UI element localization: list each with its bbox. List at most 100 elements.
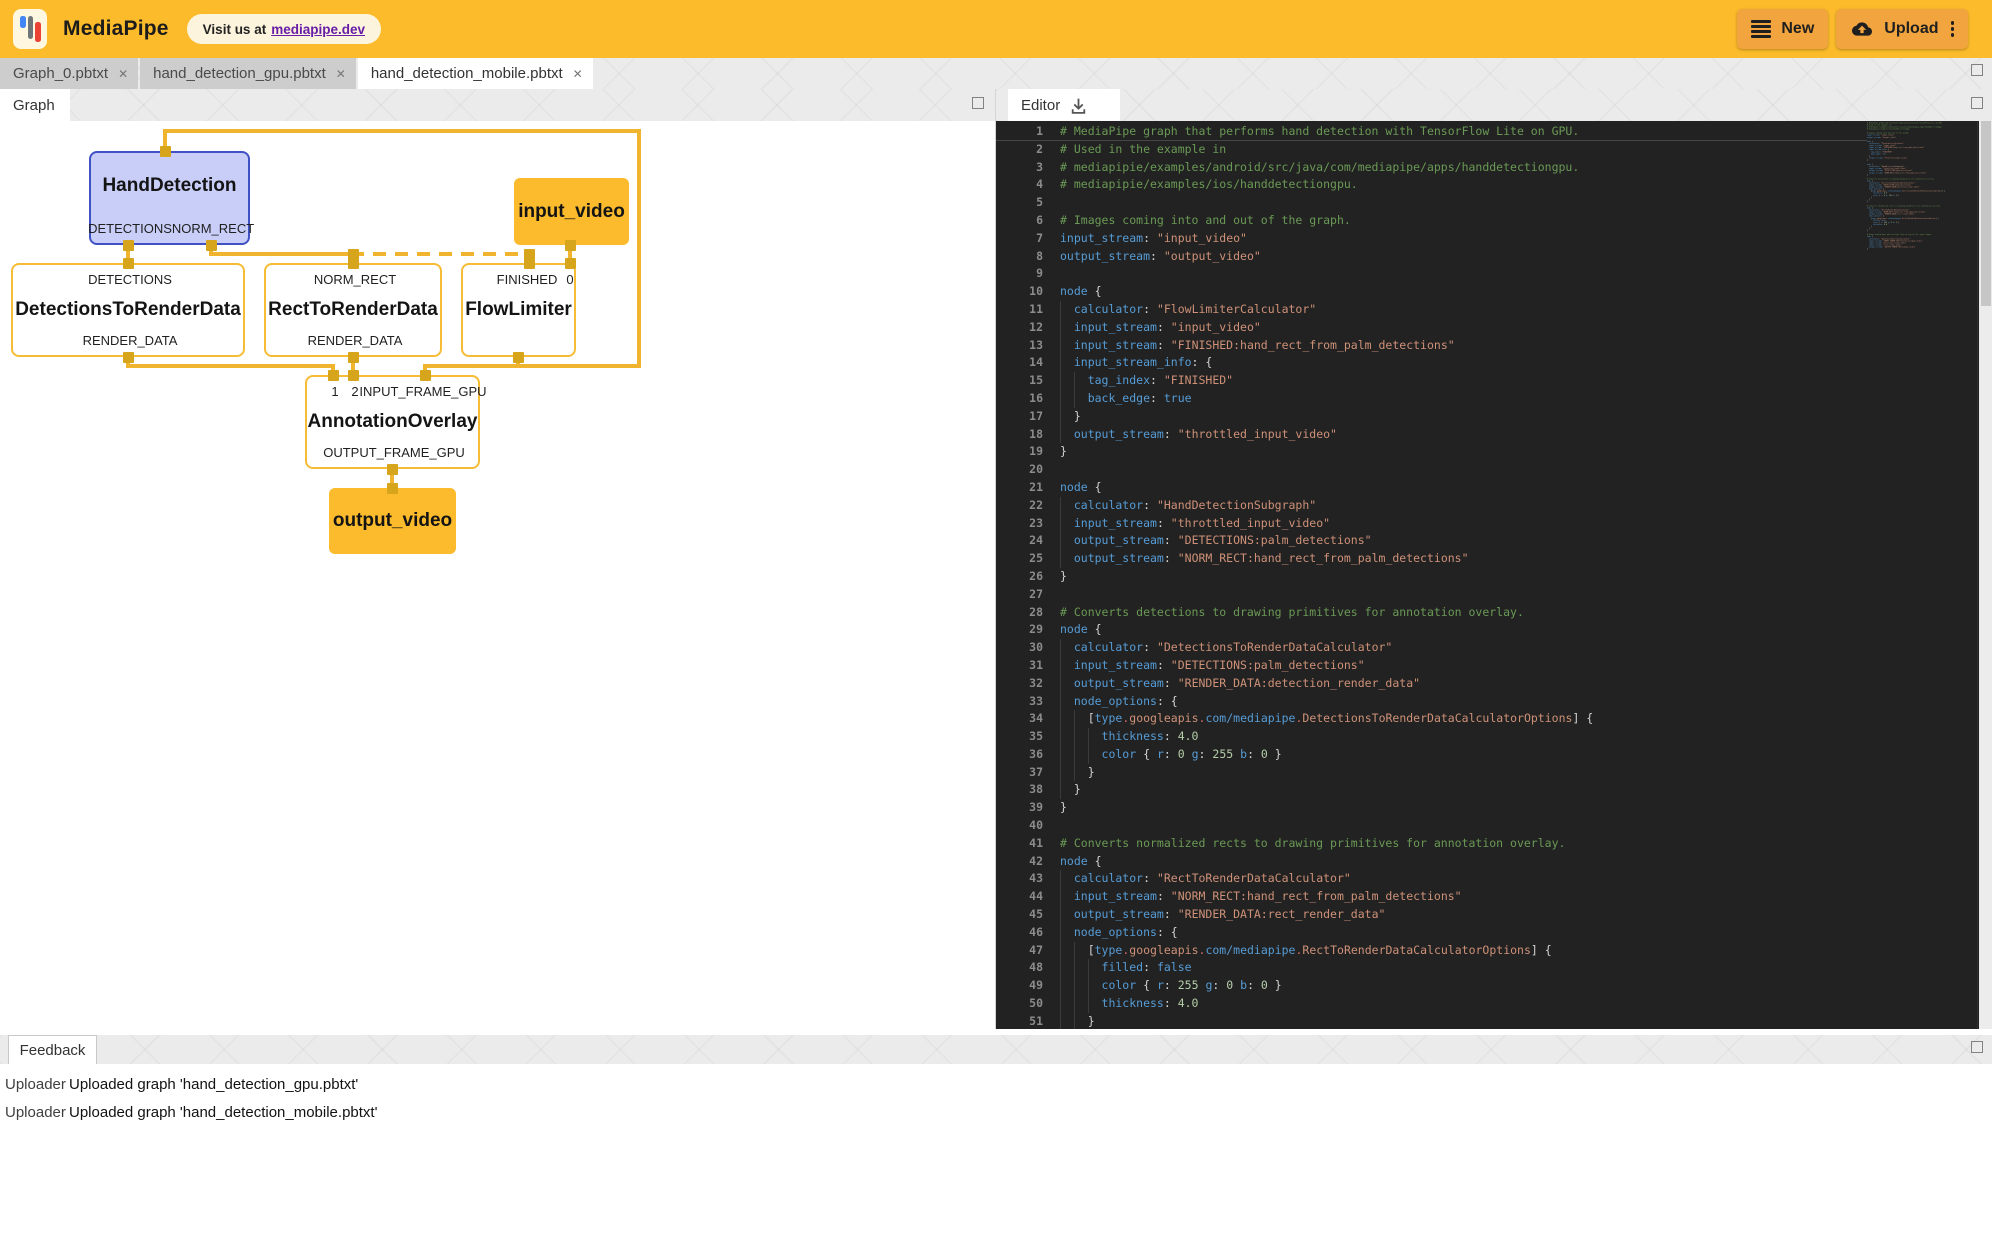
maximize-feedback-panel-icon[interactable] <box>1971 1041 1983 1053</box>
code-editor[interactable]: 1# MediaPipe graph that performs hand de… <box>996 121 1992 1029</box>
graph-node-DetectionsToRenderData[interactable]: DetectionsToRenderDataDETECTIONSRENDER_D… <box>11 263 245 357</box>
code-line[interactable]: 13input_stream: "FINISHED:hand_rect_from… <box>996 337 1867 355</box>
maximize-editor-panel-icon[interactable] <box>1971 97 1983 109</box>
new-button[interactable]: New <box>1737 9 1828 49</box>
code-line[interactable]: 27 <box>996 586 1867 604</box>
indent-guide <box>1060 639 1074 657</box>
code-token: } <box>1074 409 1081 423</box>
file-tab[interactable]: hand_detection_mobile.pbtxt✕ <box>358 58 593 89</box>
code-line[interactable]: 5 <box>996 194 1867 212</box>
code-line[interactable]: 50thickness: 4.0 <box>996 995 1867 1013</box>
code-line[interactable]: 17} <box>996 408 1867 426</box>
code-line[interactable]: 7input_stream: "input_video" <box>996 230 1867 248</box>
maximize-window-icon[interactable] <box>1971 64 1983 76</box>
code-line[interactable]: 23input_stream: "throttled_input_video" <box>996 515 1867 533</box>
editor-scrollbar[interactable] <box>1979 121 1992 1029</box>
code-line[interactable]: 35thickness: 4.0 <box>996 728 1867 746</box>
visit-us-pill[interactable]: Visit us at mediapipe.dev <box>187 14 381 44</box>
code-line[interactable]: 48filled: false <box>996 959 1867 977</box>
indent-guide <box>1074 390 1088 408</box>
code-line[interactable]: 29node { <box>996 621 1867 639</box>
code-line[interactable]: 28# Converts detections to drawing primi… <box>996 604 1867 622</box>
code-line[interactable]: 41# Converts normalized rects to drawing… <box>996 835 1867 853</box>
more-options-icon[interactable] <box>1951 19 1955 39</box>
code-token: thickness <box>1102 729 1164 743</box>
code-line[interactable]: 32output_stream: "RENDER_DATA:detection_… <box>996 675 1867 693</box>
code-line[interactable]: 30calculator: "DetectionsToRenderDataCal… <box>996 639 1867 657</box>
code-line[interactable]: 25output_stream: "NORM_RECT:hand_rect_fr… <box>996 550 1867 568</box>
indent-guide <box>1088 977 1102 995</box>
code-line[interactable]: 51} <box>996 1013 1867 1029</box>
code-line[interactable]: 33node_options: { <box>996 693 1867 711</box>
code-line[interactable]: 19} <box>996 443 1867 461</box>
code-line[interactable]: 20 <box>996 461 1867 479</box>
code-line[interactable]: 34[type.googleapis.com/mediapipe.Detecti… <box>996 710 1867 728</box>
code-token: output_stream <box>1074 907 1164 921</box>
code-line[interactable]: 38} <box>996 781 1867 799</box>
code-line[interactable]: 47[type.googleapis.com/mediapipe.RectToR… <box>996 942 1867 960</box>
code-line[interactable]: 12input_stream: "input_video" <box>996 319 1867 337</box>
close-tab-icon[interactable]: ✕ <box>118 67 128 81</box>
code-line[interactable]: 42node { <box>996 853 1867 871</box>
code-line[interactable]: 8output_stream: "output_video" <box>996 248 1867 266</box>
code-line[interactable]: 40 <box>996 817 1867 835</box>
code-area[interactable]: 1# MediaPipe graph that performs hand de… <box>996 121 1867 1029</box>
line-number: 7 <box>996 230 1043 248</box>
code-line[interactable]: 43calculator: "RectToRenderDataCalculato… <box>996 870 1867 888</box>
code-line[interactable]: 18output_stream: "throttled_input_video" <box>996 426 1867 444</box>
tab-editor[interactable]: Editor <box>1008 89 1120 121</box>
code-line[interactable]: 45output_stream: "RENDER_DATA:rect_rende… <box>996 906 1867 924</box>
code-line[interactable]: 3# mediapipie/examples/android/src/java/… <box>996 159 1867 177</box>
graph-node-HandDetection[interactable]: HandDetectionDETECTIONSNORM_RECT <box>89 151 250 245</box>
code-line[interactable]: 46node_options: { <box>996 924 1867 942</box>
code-line[interactable]: 24output_stream: "DETECTIONS:palm_detect… <box>996 532 1867 550</box>
minimap-token: } <box>1897 195 1899 197</box>
mediapipe-dev-link[interactable]: mediapipe.dev <box>271 22 365 37</box>
code-token: "DetectionsToRenderDataCalculator" <box>1157 640 1392 654</box>
code-token: "HandDetectionSubgraph" <box>1157 498 1316 512</box>
code-line[interactable]: 4# mediapipie/examples/ios/handdetection… <box>996 176 1867 194</box>
code-line[interactable]: 14input_stream_info: { <box>996 354 1867 372</box>
graph-node-AnnotationOverlay[interactable]: AnnotationOverlay12INPUT_FRAME_GPUOUTPUT… <box>305 375 480 469</box>
close-tab-icon[interactable]: ✕ <box>336 67 346 81</box>
graph-node-FlowLimiter[interactable]: FlowLimiterFINISHED0 <box>461 263 576 357</box>
tab-graph[interactable]: Graph <box>0 89 70 121</box>
editor-panel-tab-strip: Editor <box>996 89 1992 121</box>
code-line[interactable]: 39} <box>996 799 1867 817</box>
graph-node-RectToRenderData[interactable]: RectToRenderDataNORM_RECTRENDER_DATA <box>264 263 442 357</box>
graph-canvas[interactable]: HandDetectionDETECTIONSNORM_RECT input_vi… <box>0 121 995 1029</box>
code-line[interactable]: 22calculator: "HandDetectionSubgraph" <box>996 497 1867 515</box>
code-line[interactable]: 36color { r: 0 g: 255 b: 0 } <box>996 746 1867 764</box>
code-line[interactable]: 1# MediaPipe graph that performs hand de… <box>996 123 1867 141</box>
code-line[interactable]: 37} <box>996 764 1867 782</box>
file-tab[interactable]: Graph_0.pbtxt✕ <box>0 58 138 89</box>
code-line[interactable]: 15tag_index: "FINISHED" <box>996 372 1867 390</box>
code-line[interactable]: 26} <box>996 568 1867 586</box>
file-tab[interactable]: hand_detection_gpu.pbtxt✕ <box>140 58 356 89</box>
minimap[interactable]: # MediaPipe graph that performs hand det… <box>1867 121 1978 1029</box>
close-tab-icon[interactable]: ✕ <box>573 67 583 81</box>
graph-node-output_video[interactable]: output_video <box>329 488 456 554</box>
code-line[interactable]: 6# Images coming into and out of the gra… <box>996 212 1867 230</box>
editor-scrollbar-thumb[interactable] <box>1981 121 1991 306</box>
line-number: 37 <box>996 764 1043 782</box>
code-line[interactable]: 21node { <box>996 479 1867 497</box>
port-square <box>348 370 359 381</box>
code-line[interactable]: 11calculator: "FlowLimiterCalculator" <box>996 301 1867 319</box>
code-line[interactable]: 10node { <box>996 283 1867 301</box>
code-line[interactable]: 31input_stream: "DETECTIONS:palm_detecti… <box>996 657 1867 675</box>
maximize-graph-panel-icon[interactable] <box>972 97 984 109</box>
upload-button[interactable]: Upload <box>1836 9 1968 49</box>
code-line[interactable]: 9 <box>996 265 1867 283</box>
code-line[interactable]: 44input_stream: "NORM_RECT:hand_rect_fro… <box>996 888 1867 906</box>
tab-feedback[interactable]: Feedback <box>8 1035 97 1064</box>
graph-node-input_video[interactable]: input_video <box>514 178 629 245</box>
indent-guide <box>1060 710 1074 728</box>
line-number: 3 <box>996 159 1043 177</box>
port-square <box>565 240 576 251</box>
code-line[interactable]: 16back_edge: true <box>996 390 1867 408</box>
code-line[interactable]: 2# Used in the example in <box>996 141 1867 159</box>
minimap-token: } <box>1867 159 1868 161</box>
code-line[interactable]: 49color { r: 255 g: 0 b: 0 } <box>996 977 1867 995</box>
download-graph-icon[interactable] <box>1069 96 1088 115</box>
